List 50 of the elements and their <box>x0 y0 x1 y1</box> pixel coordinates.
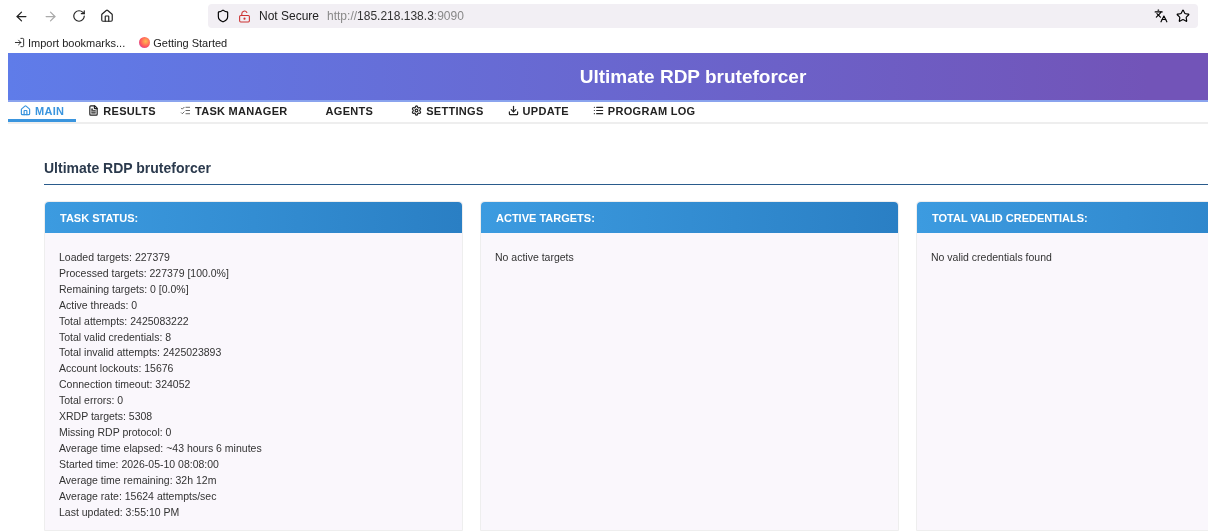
status-line: XRDP targets: 5308 <box>59 409 154 425</box>
settings-icon <box>411 105 423 116</box>
status-line: Processed targets: 227379 [100.0%] <box>59 265 230 281</box>
nav-tab[interactable]: PROGRAM LOG <box>580 102 708 122</box>
list-icon <box>592 105 604 116</box>
security-label: Not Secure <box>259 9 320 24</box>
checklist-icon <box>179 105 191 116</box>
import-icon <box>14 37 25 49</box>
status-line: No valid credentials found <box>931 250 1053 265</box>
card-header: TASK STATUS: <box>45 202 462 233</box>
back-icon[interactable] <box>14 8 29 24</box>
translate-icon[interactable] <box>1154 9 1168 24</box>
url-text: http://185.218.138.3:9090 <box>327 9 464 24</box>
status-line: Total errors: 0 <box>59 393 125 409</box>
shield-icon <box>216 9 230 24</box>
download-icon <box>507 105 519 116</box>
nav-tab[interactable]: SETTINGS <box>399 102 496 122</box>
status-line: Total valid credentials: 8 <box>59 329 173 345</box>
status-line: Total attempts: 2425083222 <box>59 313 190 329</box>
status-line: Last updated: 3:55:10 PM <box>59 504 181 520</box>
nav-tab[interactable]: UPDATE <box>495 102 581 122</box>
nav-tab[interactable]: RESULTS <box>76 102 168 122</box>
home-icon[interactable] <box>100 9 114 24</box>
status-line: Connection timeout: 324052 <box>59 377 192 393</box>
document-icon <box>88 105 100 116</box>
address-bar[interactable]: Not Secure http://185.218.138.3:9090 <box>208 4 1198 29</box>
card-header: ACTIVE TARGETS: <box>481 202 898 233</box>
reload-icon[interactable] <box>72 9 86 24</box>
bookmark-link[interactable]: Getting Started <box>139 36 228 49</box>
status-line: Average time remaining: 32h 12m <box>59 472 218 488</box>
bookmark-link[interactable]: Import bookmarks... <box>14 36 126 49</box>
insecure-lock-icon <box>238 9 251 23</box>
status-line: Average time elapsed: ~43 hours 6 minutes <box>59 440 263 456</box>
nav-tab[interactable]: AGENTS <box>313 102 386 122</box>
status-line: Missing RDP protocol: 0 <box>59 424 173 440</box>
status-line: Average rate: 15624 attempts/sec <box>59 488 218 504</box>
browser-logo-icon <box>139 37 151 49</box>
status-line: No active targets <box>495 250 575 265</box>
star-icon[interactable] <box>1176 9 1190 24</box>
status-line: Loaded targets: 227379 <box>59 250 171 265</box>
status-line: Started time: 2026-05-10 08:08:00 <box>59 456 220 472</box>
status-line: Remaining targets: 0 [0.0%] <box>59 281 190 297</box>
nav-tab[interactable]: TASK MANAGER <box>167 102 300 122</box>
page-heading: Ultimate RDP bruteforcer <box>44 160 1208 185</box>
status-line: Account lockouts: 15676 <box>59 361 175 377</box>
status-line: Total invalid attempts: 2425023893 <box>59 345 223 361</box>
status-line: Active threads: 0 <box>59 297 139 313</box>
home-icon <box>20 105 31 116</box>
card-header: TOTAL VALID CREDENTIALS: <box>917 202 1208 233</box>
app-title: Ultimate RDP bruteforcer <box>579 65 807 88</box>
